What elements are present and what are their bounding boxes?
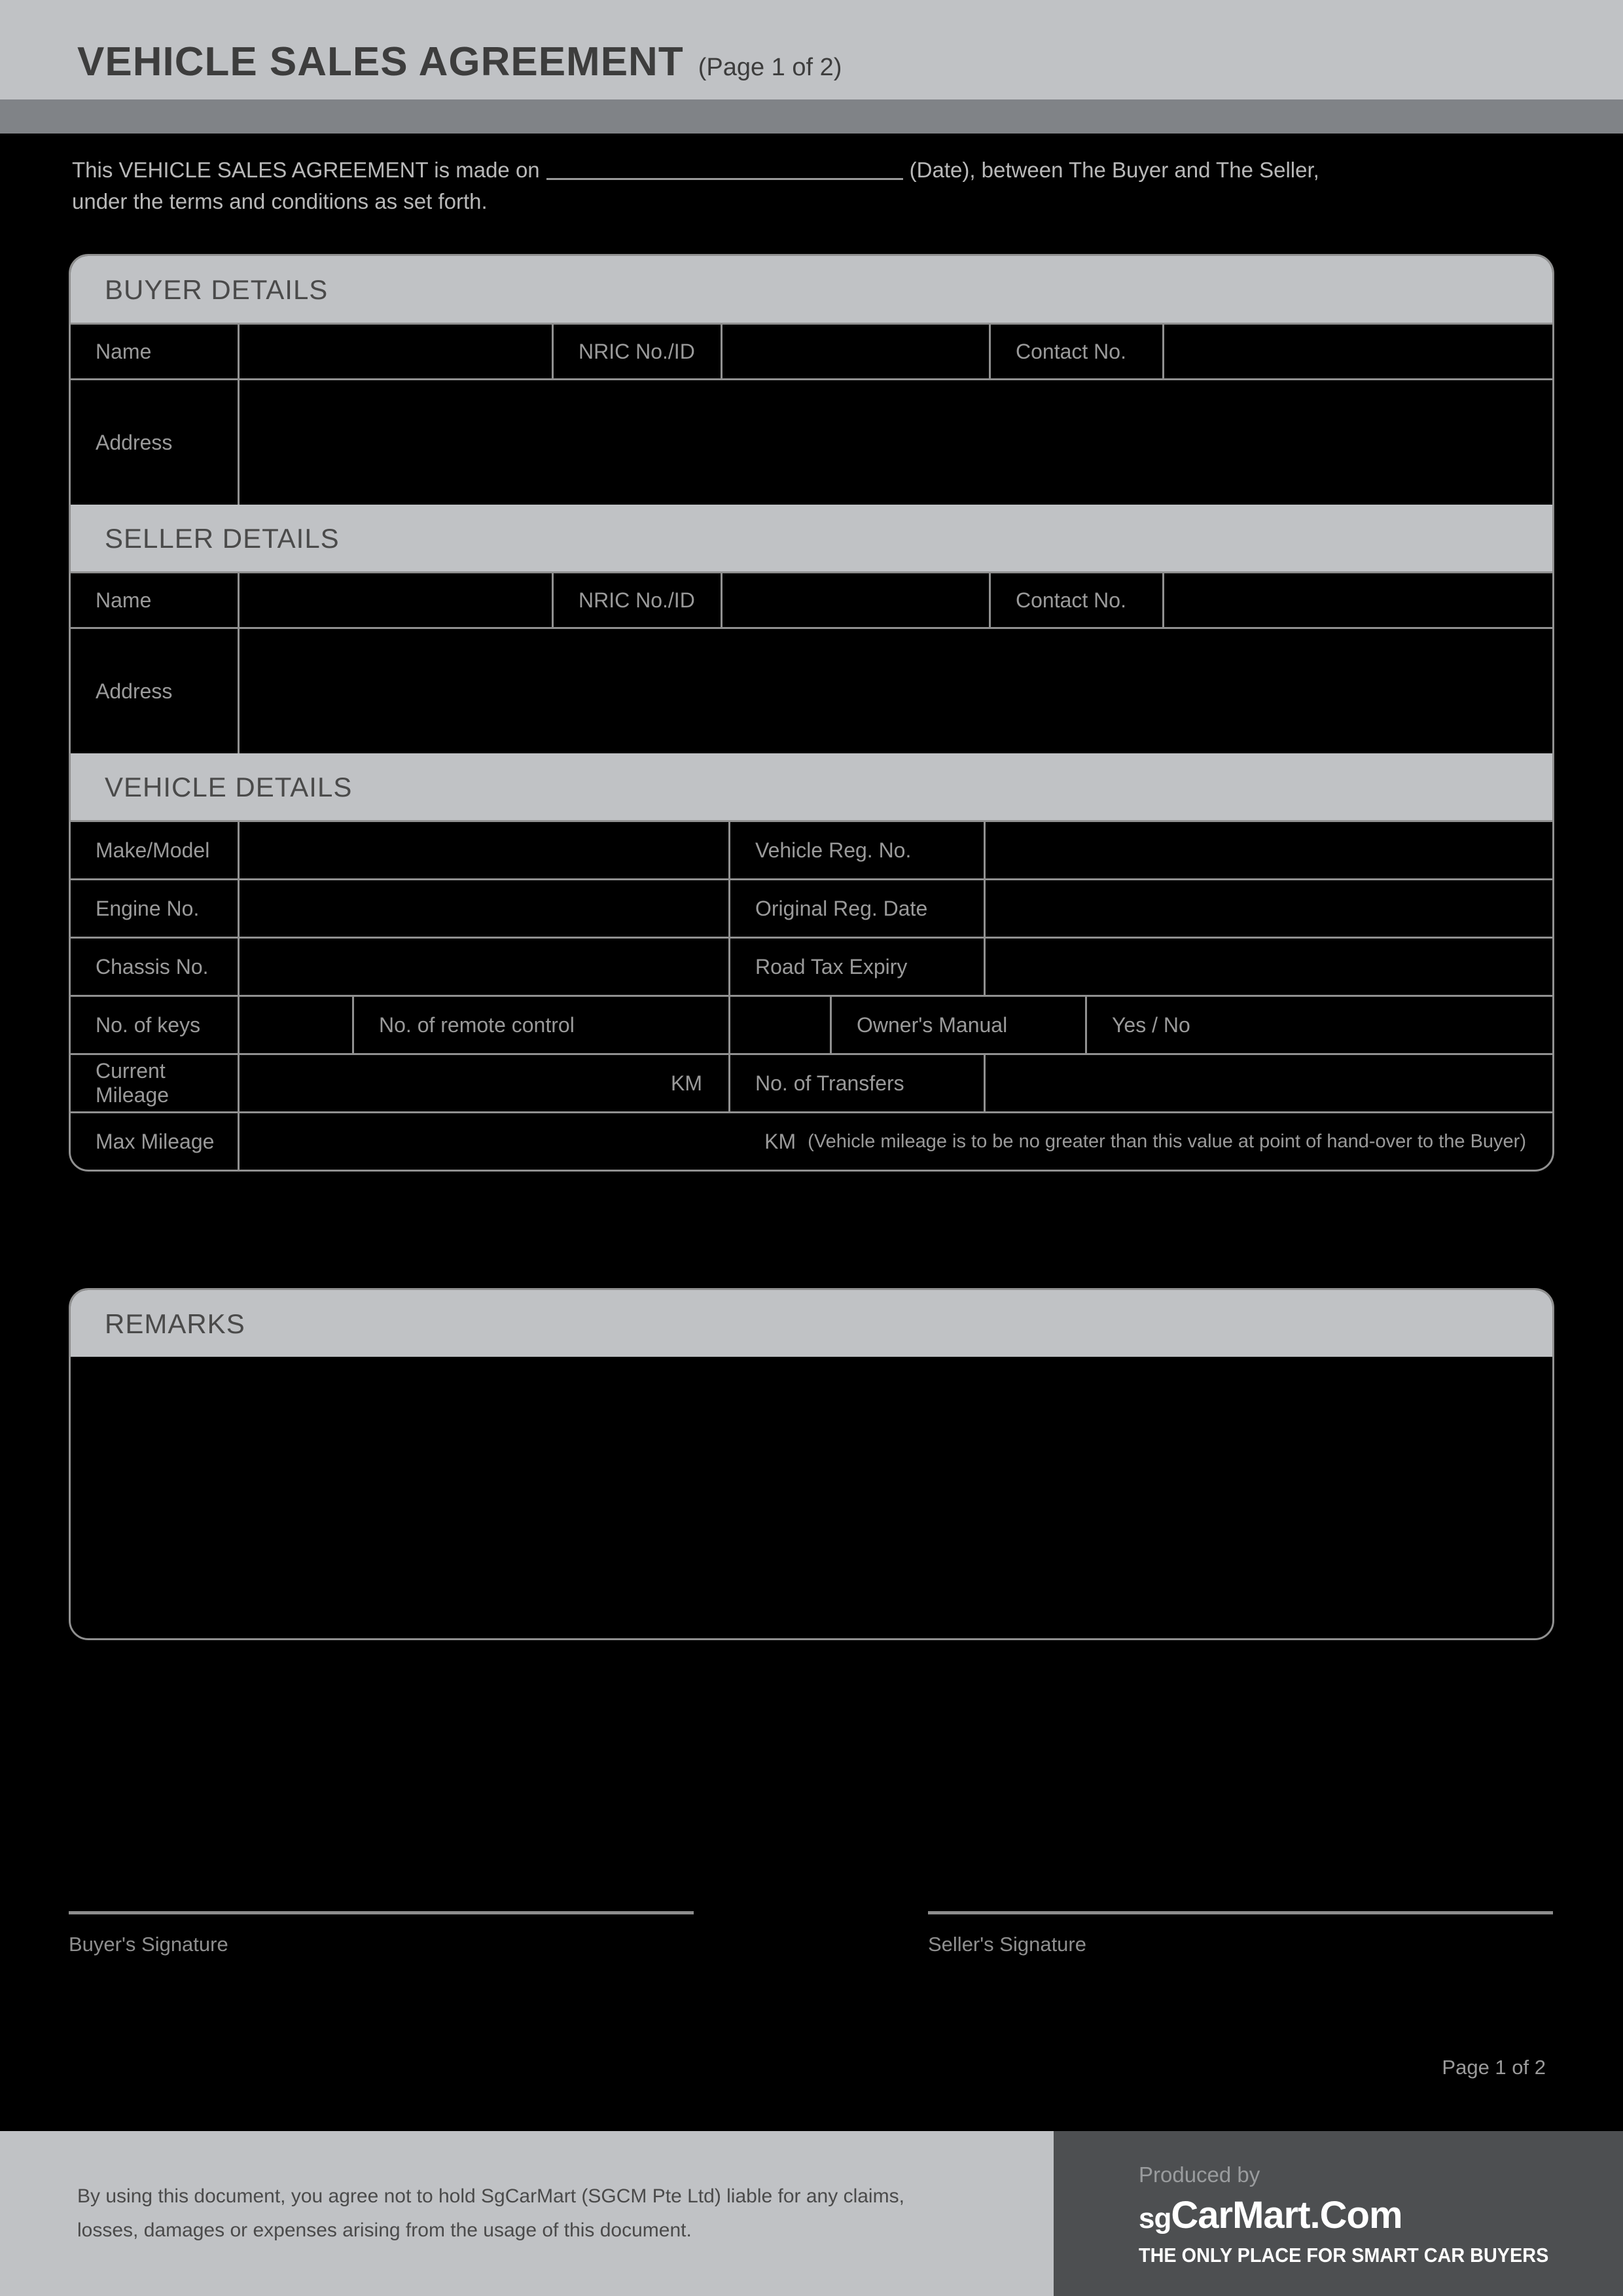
vehicle-manual-options[interactable]: Yes / No <box>1085 997 1552 1053</box>
disclaimer-line-2: losses, damages or expenses arising from… <box>77 2219 692 2241</box>
vehicle-manual-label: Owner's Manual <box>830 997 1085 1053</box>
vehicle-make-input[interactable] <box>238 822 728 878</box>
seller-name-label: Name <box>96 588 152 612</box>
vehicle-transfers-input[interactable] <box>984 1055 1552 1111</box>
intro-text-line2: under the terms and conditions as set fo… <box>72 189 488 213</box>
seller-address-label: Address <box>96 679 173 703</box>
intro-text-before: This VEHICLE SALES AGREEMENT is made on <box>72 158 540 182</box>
vehicle-chassis-input[interactable] <box>238 939 728 995</box>
vehicle-maxmileage-input[interactable]: KM (Vehicle mileage is to be no greater … <box>238 1113 1552 1170</box>
vehicle-engine-label: Engine No. <box>96 896 200 920</box>
buyer-signature-label: Buyer's Signature <box>69 1933 228 1956</box>
intro-paragraph: This VEHICLE SALES AGREEMENT is made on (… <box>72 154 1538 217</box>
disclaimer-line-1: By using this document, you agree not to… <box>77 2185 904 2207</box>
vehicle-transfers-label: No. of Transfers <box>728 1055 984 1111</box>
intro-text-after: (Date), between The Buyer and The Seller… <box>909 158 1319 182</box>
brand-dotcom: .Com <box>1310 2193 1403 2236</box>
buyer-contact-label: Contact No. <box>989 325 1162 378</box>
vehicle-curmileage-unit[interactable]: KM <box>238 1055 728 1111</box>
header-title-group: VEHICLE SALES AGREEMENT (Page 1 of 2) <box>77 42 842 82</box>
buyer-contact-input[interactable] <box>1162 325 1552 378</box>
produced-by-label: Produced by <box>1139 2162 1260 2187</box>
section-header-remarks: REMARKS <box>71 1290 1552 1357</box>
seller-nric-label: NRIC No./ID <box>552 573 721 627</box>
vehicle-origdate-input[interactable] <box>984 880 1552 937</box>
vehicle-remote-label: No. of remote control <box>352 997 728 1053</box>
vehicle-curmileage-label: Current Mileage <box>96 1059 169 1107</box>
table-row: No. of keys No. of remote control Owner'… <box>71 995 1552 1053</box>
table-row: Name NRIC No./ID Contact No. <box>71 571 1552 627</box>
buyer-address-label: Address <box>96 430 173 454</box>
seller-signature-line[interactable] <box>928 1911 1553 1914</box>
vehicle-maxmileage-label: Max Mileage <box>96 1129 215 1153</box>
vehicle-keys-input[interactable] <box>238 997 352 1053</box>
remarks-card: REMARKS <box>69 1288 1554 1640</box>
section-header-seller: SELLER DETAILS <box>71 505 1552 571</box>
seller-signature-block: Seller's Signature <box>928 1911 1553 1956</box>
agreement-date-field[interactable] <box>546 157 903 180</box>
table-row: Current Mileage KM No. of Transfers <box>71 1053 1552 1111</box>
table-row: Max Mileage KM (Vehicle mileage is to be… <box>71 1111 1552 1170</box>
sgcarmart-logo[interactable]: sgCarMart.Com <box>1139 2193 1623 2236</box>
seller-name-input[interactable] <box>238 573 552 627</box>
table-row: Make/Model Vehicle Reg. No. <box>71 820 1552 878</box>
buyer-nric-input[interactable] <box>721 325 989 378</box>
header-page-label: (Page 1 of 2) <box>698 54 842 81</box>
table-row: Engine No. Original Reg. Date <box>71 878 1552 937</box>
vehicle-chassis-label: Chassis No. <box>96 954 209 978</box>
table-row: Chassis No. Road Tax Expiry <box>71 937 1552 995</box>
vehicle-make-label: Make/Model <box>96 838 210 862</box>
buyer-name-label: Name <box>96 339 152 363</box>
vehicle-roadtax-label: Road Tax Expiry <box>728 939 984 995</box>
vehicle-origdate-label: Original Reg. Date <box>728 880 984 937</box>
vehicle-maxmileage-unit: KM <box>764 1129 796 1153</box>
seller-signature-label: Seller's Signature <box>928 1933 1086 1956</box>
brand-tagline: THE ONLY PLACE FOR SMART CAR BUYERS <box>1139 2243 1549 2267</box>
brand-carmart: CarMart <box>1171 2193 1310 2236</box>
seller-address-input[interactable] <box>238 629 1552 753</box>
vehicle-maxmileage-note: (Vehicle mileage is to be no greater tha… <box>808 1130 1526 1152</box>
buyer-signature-line[interactable] <box>69 1911 694 1914</box>
section-header-vehicle: VEHICLE DETAILS <box>71 753 1552 820</box>
table-row: Address <box>71 627 1552 753</box>
buyer-signature-block: Buyer's Signature <box>69 1911 694 1956</box>
header-accent-strip <box>0 99 1623 134</box>
page-title: VEHICLE SALES AGREEMENT <box>77 39 684 84</box>
section-header-buyer: BUYER DETAILS <box>71 256 1552 323</box>
buyer-nric-label: NRIC No./ID <box>552 325 721 378</box>
buyer-address-input[interactable] <box>238 380 1552 505</box>
seller-nric-input[interactable] <box>721 573 989 627</box>
seller-contact-input[interactable] <box>1162 573 1552 627</box>
buyer-name-input[interactable] <box>238 325 552 378</box>
footer: By using this document, you agree not to… <box>0 2131 1623 2296</box>
seller-contact-label: Contact No. <box>989 573 1162 627</box>
page-number: Page 1 of 2 <box>1442 2056 1546 2079</box>
footer-disclaimer: By using this document, you agree not to… <box>0 2131 1054 2296</box>
parties-vehicle-card: BUYER DETAILS Name NRIC No./ID Contact N… <box>69 254 1554 1172</box>
remarks-textarea[interactable] <box>71 1357 1552 1638</box>
vehicle-remote-input[interactable] <box>728 997 830 1053</box>
vehicle-keys-label: No. of keys <box>96 1013 201 1037</box>
vehicle-engine-input[interactable] <box>238 880 728 937</box>
brand-sg: sg <box>1139 2202 1171 2234</box>
header-band: VEHICLE SALES AGREEMENT (Page 1 of 2) <box>0 0 1623 99</box>
vehicle-roadtax-input[interactable] <box>984 939 1552 995</box>
footer-brand-panel: Produced by sgCarMart.Com THE ONLY PLACE… <box>1054 2131 1623 2296</box>
table-row: Address <box>71 378 1552 505</box>
vehicle-regno-input[interactable] <box>984 822 1552 878</box>
vehicle-regno-label: Vehicle Reg. No. <box>728 822 984 878</box>
table-row: Name NRIC No./ID Contact No. <box>71 323 1552 378</box>
